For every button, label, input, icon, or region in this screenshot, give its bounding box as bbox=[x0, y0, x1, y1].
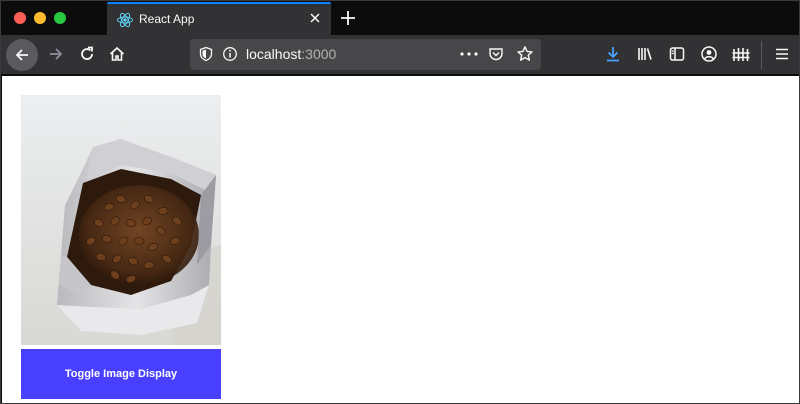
coffee-bag-image bbox=[21, 95, 221, 345]
tab-title: React App bbox=[139, 12, 195, 26]
page-content: Toggle Image Display bbox=[2, 76, 799, 403]
pocket-icon[interactable] bbox=[488, 46, 504, 62]
url-text[interactable]: localhost:3000 bbox=[246, 46, 336, 62]
coffee-bag-illustration bbox=[21, 95, 221, 345]
site-info-icon[interactable] bbox=[222, 46, 238, 62]
hamburger-menu-icon bbox=[776, 48, 788, 60]
forward-button[interactable] bbox=[41, 39, 71, 69]
fence-extension-icon bbox=[732, 48, 750, 61]
url-port: :3000 bbox=[301, 46, 337, 62]
sidebar-button[interactable] bbox=[667, 44, 687, 64]
toolbar-separator bbox=[761, 41, 762, 69]
tab-react-app[interactable]: React App bbox=[107, 2, 331, 35]
account-icon bbox=[701, 46, 717, 62]
back-arrow-icon bbox=[15, 49, 28, 61]
forward-arrow-icon bbox=[50, 48, 63, 60]
downloads-button[interactable] bbox=[603, 44, 623, 64]
open-menu-button[interactable] bbox=[772, 44, 792, 64]
sidebar-icon bbox=[669, 47, 685, 61]
minimize-window-button[interactable] bbox=[34, 12, 46, 24]
close-window-button[interactable] bbox=[14, 12, 26, 24]
url-host: localhost bbox=[246, 46, 302, 62]
reload-button[interactable] bbox=[72, 39, 102, 69]
zoom-window-button[interactable] bbox=[54, 12, 66, 24]
react-icon bbox=[117, 12, 133, 28]
close-tab-icon[interactable] bbox=[307, 10, 323, 26]
url-bar[interactable]: localhost:3000 bbox=[190, 39, 541, 70]
library-button[interactable] bbox=[635, 44, 655, 64]
tab-strip: React App bbox=[1, 1, 799, 35]
toggle-image-display-button[interactable]: Toggle Image Display bbox=[21, 349, 221, 399]
browser-window: React App localhost:3000 Toggle Image Di… bbox=[0, 0, 800, 404]
reload-icon bbox=[81, 46, 93, 60]
library-icon bbox=[638, 48, 652, 60]
navigation-toolbar: localhost:3000 bbox=[1, 35, 799, 75]
page-actions-more-icon[interactable] bbox=[458, 46, 480, 62]
new-tab-icon[interactable] bbox=[337, 7, 359, 29]
bookmark-star-icon[interactable] bbox=[516, 45, 534, 63]
home-button[interactable] bbox=[102, 39, 132, 69]
download-arrow-icon bbox=[607, 47, 619, 62]
back-button[interactable] bbox=[6, 39, 38, 71]
extension-button[interactable] bbox=[731, 44, 751, 64]
account-button[interactable] bbox=[699, 44, 719, 64]
home-icon bbox=[109, 46, 125, 61]
tracking-protection-shield-icon[interactable] bbox=[198, 46, 214, 62]
